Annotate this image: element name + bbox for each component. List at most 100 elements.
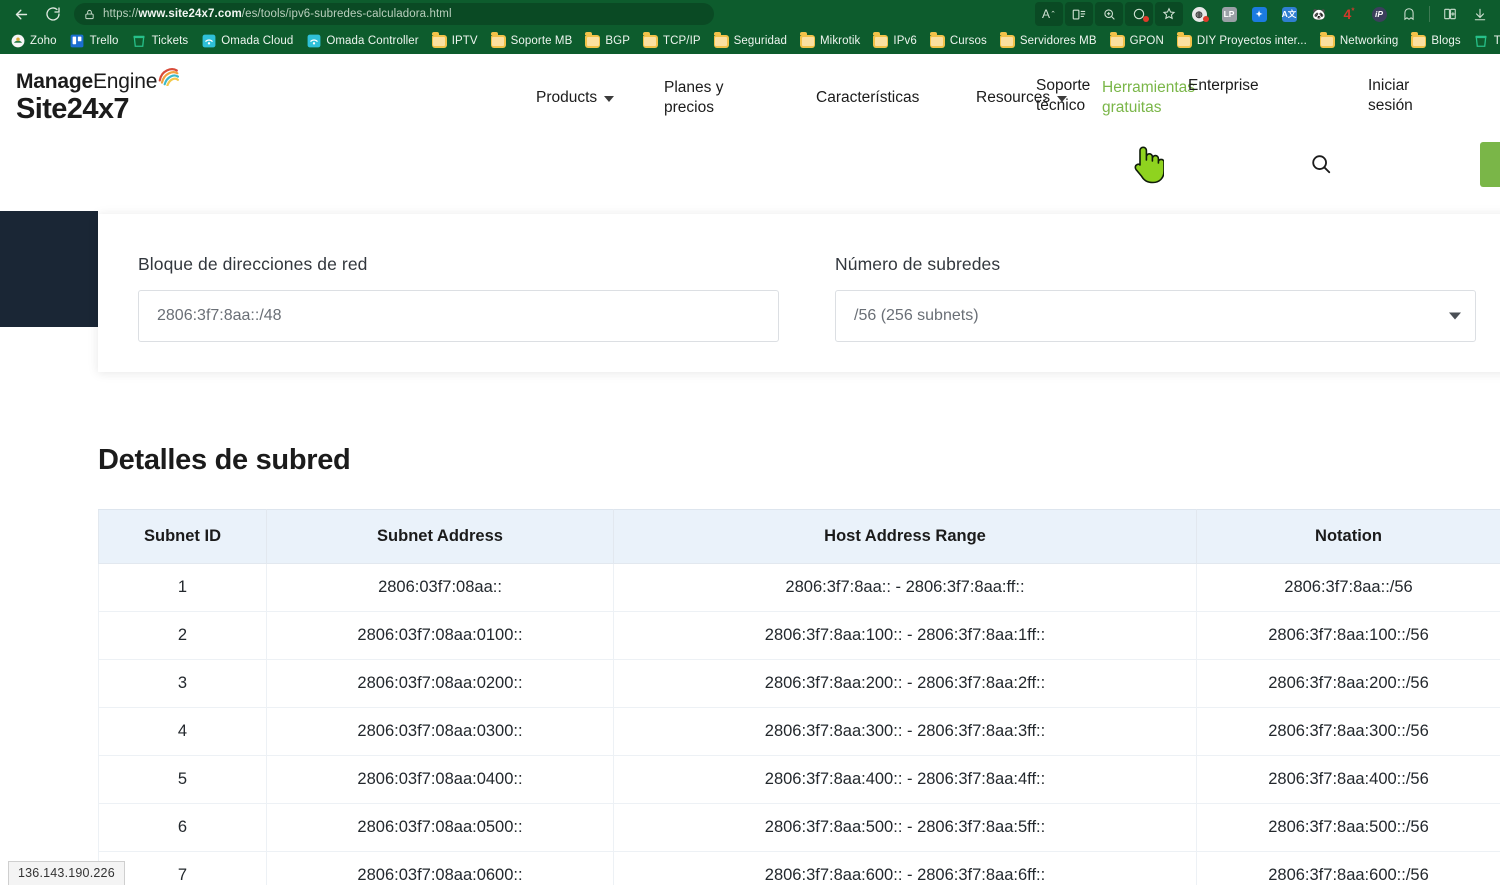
folder-icon bbox=[1411, 34, 1426, 49]
bookmark-item[interactable]: Servidores MB bbox=[994, 32, 1103, 51]
split-screen-icon[interactable] bbox=[1436, 2, 1464, 26]
page-viewport: ManageEngine Site24x7 ProductsPlanes ypr… bbox=[0, 54, 1500, 885]
bookmark-label: Seguridad bbox=[734, 35, 787, 47]
bookmark-item[interactable]: DIY Proyectos inter... bbox=[1171, 32, 1313, 51]
folder-icon bbox=[873, 34, 888, 49]
table-row: 32806:03f7:08aa:0200::2806:3f7:8aa:200::… bbox=[99, 660, 1500, 708]
table-row: 12806:03f7:08aa::2806:3f7:8aa:: - 2806:3… bbox=[99, 564, 1500, 612]
subnet-count-select[interactable]: /56 (256 subnets) bbox=[835, 290, 1476, 342]
browser-toolbar: https://www.site24x7.com/es/tools/ipv6-s… bbox=[0, 0, 1500, 28]
reload-icon[interactable] bbox=[38, 2, 68, 26]
zoom-icon[interactable] bbox=[1095, 2, 1123, 26]
site-header: ManageEngine Site24x7 ProductsPlanes ypr… bbox=[0, 54, 1500, 142]
bookmark-item[interactable]: IPv6 bbox=[867, 32, 922, 51]
cell-notation: 2806:3f7:8aa:600::/56 bbox=[1197, 852, 1500, 885]
subnet-count-value: /56 (256 subnets) bbox=[854, 307, 979, 325]
collections-icon[interactable] bbox=[1125, 2, 1153, 26]
bookmark-label: Blogs bbox=[1431, 35, 1460, 47]
folder-icon bbox=[1000, 34, 1015, 49]
bookmark-item[interactable]: Zoho bbox=[4, 32, 63, 51]
bookmark-label: Soporte MB bbox=[511, 35, 573, 47]
bookmark-label: Networking bbox=[1340, 35, 1399, 47]
address-bar[interactable]: https://www.site24x7.com/es/tools/ipv6-s… bbox=[74, 3, 714, 25]
bookmark-item[interactable]: Cursos bbox=[924, 32, 993, 51]
extension-ip-icon[interactable]: iP bbox=[1365, 2, 1393, 26]
cell-host-address-range: 2806:3f7:8aa:400:: - 2806:3f7:8aa:4ff:: bbox=[614, 756, 1197, 804]
extension-bitwarden-icon[interactable]: ✦ bbox=[1245, 2, 1273, 26]
hero-dark-band bbox=[0, 211, 98, 327]
table-row: 22806:03f7:08aa:0100::2806:3f7:8aa:100::… bbox=[99, 612, 1500, 660]
bookmark-item[interactable]: Soporte MB bbox=[485, 32, 579, 51]
search-icon[interactable] bbox=[1308, 151, 1334, 177]
bookmark-item[interactable]: Tickets bbox=[126, 32, 195, 51]
extension-lastpass-icon[interactable]: LP bbox=[1215, 2, 1243, 26]
bookmark-item[interactable]: IPTV bbox=[426, 32, 484, 51]
subnet-details-table: Subnet IDSubnet AddressHost Address Rang… bbox=[98, 509, 1500, 885]
extension-panda-icon[interactable]: 🐼 bbox=[1305, 2, 1333, 26]
bookmark-label: TCP/IP bbox=[663, 35, 701, 47]
bookmark-item[interactable]: Networking bbox=[1314, 32, 1405, 51]
table-column-header: Notation bbox=[1197, 510, 1500, 564]
cell-subnet-address: 2806:03f7:08aa:0600:: bbox=[267, 852, 614, 885]
subnet-count-label: Número de subredes bbox=[835, 254, 1476, 275]
bookmark-item[interactable]: Ticket PCTV bbox=[1468, 32, 1500, 51]
folder-icon bbox=[432, 34, 447, 49]
toolbar-icon-group: A⌃ ◍ LP ✦ A文 🐼 4* iP bbox=[1035, 2, 1494, 26]
table-column-header: Host Address Range bbox=[614, 510, 1197, 564]
cell-host-address-range: 2806:3f7:8aa:500:: - 2806:3f7:8aa:5ff:: bbox=[614, 804, 1197, 852]
cell-subnet-address: 2806:03f7:08aa:: bbox=[267, 564, 614, 612]
table-row: 42806:03f7:08aa:0300::2806:3f7:8aa:300::… bbox=[99, 708, 1500, 756]
cell-subnet-id: 5 bbox=[99, 756, 267, 804]
extension-four-icon[interactable]: 4* bbox=[1335, 2, 1363, 26]
extension-adblock-icon[interactable]: ◍ bbox=[1185, 2, 1213, 26]
bookmark-item[interactable]: Trello bbox=[64, 32, 125, 51]
subnet-count-field-group: Número de subredes /56 (256 subnets) bbox=[835, 254, 1476, 342]
extension-translate-icon[interactable]: A文 bbox=[1275, 2, 1303, 26]
folder-icon bbox=[714, 34, 729, 49]
network-block-field-group: Bloque de direcciones de red 2806:3f7:8a… bbox=[138, 254, 779, 342]
calculator-form-card: Bloque de direcciones de red 2806:3f7:8a… bbox=[98, 214, 1500, 372]
extension-ghostery-icon[interactable] bbox=[1395, 2, 1423, 26]
cell-subnet-address: 2806:03f7:08aa:0200:: bbox=[267, 660, 614, 708]
cell-host-address-range: 2806:3f7:8aa:100:: - 2806:3f7:8aa:1ff:: bbox=[614, 612, 1197, 660]
browser-chrome: https://www.site24x7.com/es/tools/ipv6-s… bbox=[0, 0, 1500, 54]
nav-item-enterprise[interactable]: Enterprise bbox=[1188, 76, 1259, 96]
nav-item-soporte[interactable]: Soportetécnico bbox=[1036, 76, 1090, 116]
bookmark-label: Zoho bbox=[30, 35, 57, 47]
favorites-star-icon[interactable] bbox=[1155, 2, 1183, 26]
status-bar-url: 136.143.190.226 bbox=[8, 861, 125, 885]
cell-notation: 2806:3f7:8aa:400::/56 bbox=[1197, 756, 1500, 804]
cell-notation: 2806:3f7:8aa:300::/56 bbox=[1197, 708, 1500, 756]
nav-item-iniciar[interactable]: Iniciarsesión bbox=[1368, 76, 1413, 116]
folder-icon bbox=[1177, 34, 1192, 49]
notification-badge bbox=[1143, 16, 1149, 22]
bookmark-item[interactable]: Mikrotik bbox=[794, 32, 866, 51]
bookmark-item[interactable]: Seguridad bbox=[708, 32, 793, 51]
network-block-input[interactable]: 2806:3f7:8aa::/48 bbox=[138, 290, 779, 342]
bookmark-item[interactable]: Omada Cloud bbox=[195, 32, 299, 51]
network-block-value: 2806:3f7:8aa::/48 bbox=[157, 307, 282, 325]
bookmark-item[interactable]: GPON bbox=[1104, 32, 1170, 51]
zoho-icon bbox=[10, 34, 25, 49]
chevron-down-icon bbox=[1449, 313, 1461, 320]
immersive-reader-icon[interactable] bbox=[1065, 2, 1093, 26]
cell-subnet-id: 1 bbox=[99, 564, 267, 612]
bookmark-label: Servidores MB bbox=[1020, 35, 1097, 47]
back-arrow-icon[interactable] bbox=[6, 2, 36, 26]
cell-host-address-range: 2806:3f7:8aa:600:: - 2806:3f7:8aa:6ff:: bbox=[614, 852, 1197, 885]
cell-notation: 2806:3f7:8aa:200::/56 bbox=[1197, 660, 1500, 708]
cta-button[interactable]: P bbox=[1480, 142, 1500, 187]
read-aloud-icon[interactable]: A⌃ bbox=[1035, 2, 1063, 26]
cell-subnet-address: 2806:03f7:08aa:0500:: bbox=[267, 804, 614, 852]
table-header-row: Subnet IDSubnet AddressHost Address Rang… bbox=[99, 510, 1500, 564]
bookmark-item[interactable]: TCP/IP bbox=[637, 32, 707, 51]
bookmark-label: IPTV bbox=[452, 35, 478, 47]
cell-host-address-range: 2806:3f7:8aa:200:: - 2806:3f7:8aa:2ff:: bbox=[614, 660, 1197, 708]
bookmark-item[interactable]: BGP bbox=[579, 32, 636, 51]
cell-subnet-id: 3 bbox=[99, 660, 267, 708]
cell-subnet-address: 2806:03f7:08aa:0400:: bbox=[267, 756, 614, 804]
bookmark-item[interactable]: Omada Controller bbox=[300, 32, 424, 51]
cell-subnet-address: 2806:03f7:08aa:0100:: bbox=[267, 612, 614, 660]
downloads-icon[interactable] bbox=[1466, 2, 1494, 26]
bookmark-item[interactable]: Blogs bbox=[1405, 32, 1466, 51]
